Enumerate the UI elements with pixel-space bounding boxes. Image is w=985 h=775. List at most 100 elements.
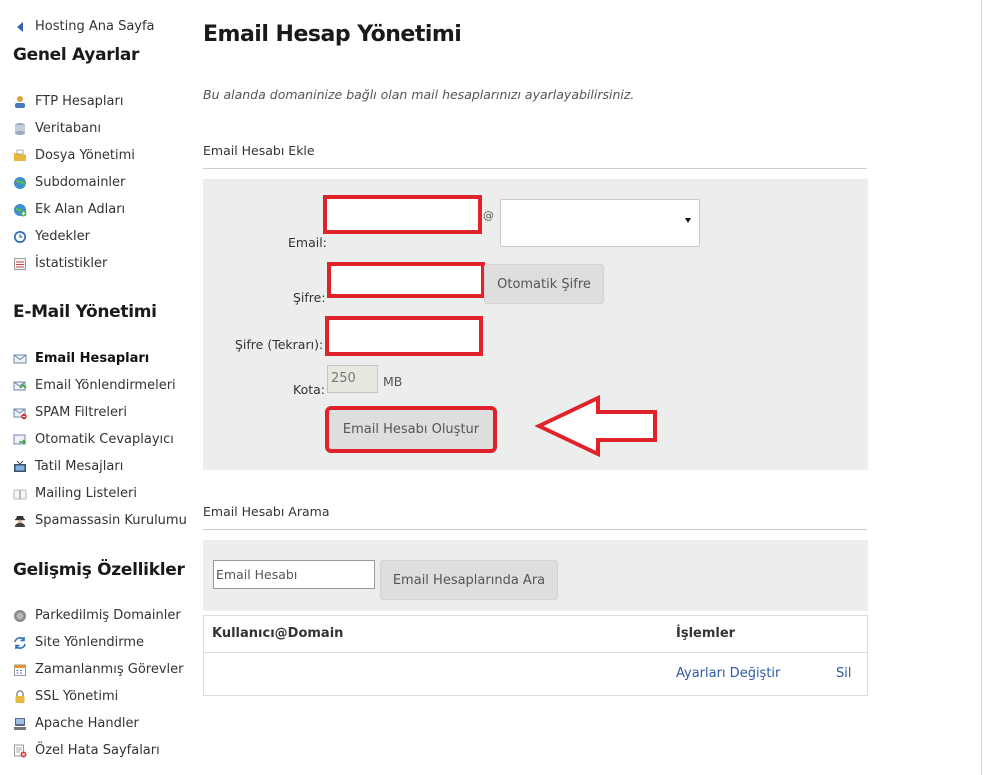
sidebar-item-label: Apache Handler xyxy=(35,716,139,731)
sidebar-item-label: Email Yönlendirmeleri xyxy=(35,378,176,393)
sidebar-item-spamassassin[interactable]: Spamassasin Kurulumu xyxy=(13,507,187,534)
sidebar-item-label: Email Hesapları xyxy=(35,351,150,366)
sidebar-item-label: SPAM Filtreleri xyxy=(35,405,127,420)
auto-reply-icon xyxy=(13,433,27,447)
sidebar-item-ssl[interactable]: SSL Yönetimi xyxy=(13,683,183,710)
sidebar-item-email-accounts[interactable]: Email Hesapları xyxy=(13,345,187,372)
password-repeat-input[interactable] xyxy=(325,316,483,356)
sidebar-item-label: İstatistikler xyxy=(35,256,108,271)
quota-unit: MB xyxy=(383,374,403,389)
sidebar-item-database[interactable]: Veritabanı xyxy=(13,115,135,142)
folder-icon xyxy=(13,149,27,163)
accounts-table: Kullanıcı@Domain İşlemler Ayarları Değiş… xyxy=(203,615,868,696)
parked-icon xyxy=(13,609,27,623)
chevron-down-icon xyxy=(685,218,691,223)
sidebar-item-file-manager[interactable]: Dosya Yönetimi xyxy=(13,142,135,169)
sidebar-item-label: Özel Hata Sayfaları xyxy=(35,743,160,758)
sidebar-item-ftp[interactable]: FTP Hesapları xyxy=(13,88,135,115)
divider xyxy=(203,529,867,530)
sidebar-item-label: Mailing Listeleri xyxy=(35,486,137,501)
auto-password-button[interactable]: Otomatik Şifre xyxy=(484,264,604,304)
sidebar-item-backups[interactable]: Yedekler xyxy=(13,223,135,250)
column-header-user-domain: Kullanıcı@Domain xyxy=(212,626,344,641)
sidebar-item-email-forwarders[interactable]: Email Yönlendirmeleri xyxy=(13,372,187,399)
nav-list-general: FTP Hesapları Veritabanı Dosya Yönetimi … xyxy=(13,88,135,277)
mail-forward-icon xyxy=(13,379,27,393)
create-email-account-button[interactable]: Email Hesabı Oluştur xyxy=(325,406,497,453)
sidebar-item-spam-filters[interactable]: SPAM Filtreleri xyxy=(13,399,187,426)
divider xyxy=(203,168,867,169)
edit-settings-link[interactable]: Ayarları Değiştir xyxy=(676,666,780,681)
email-search-input[interactable]: Email Hesabı xyxy=(213,560,375,589)
sidebar-item-label: Site Yönlendirme xyxy=(35,635,144,650)
red-arrow-annotation xyxy=(534,395,657,457)
section-title-advanced: Gelişmiş Özellikler xyxy=(13,560,185,580)
sidebar-item-label: Zamanlanmış Görevler xyxy=(35,662,184,677)
server-icon xyxy=(13,717,27,731)
section-title-general: Genel Ayarlar xyxy=(13,45,140,65)
calendar-icon xyxy=(13,663,27,677)
search-accounts-button[interactable]: Email Hesaplarında Ara xyxy=(380,560,558,600)
section-title-email: E-Mail Yönetimi xyxy=(13,302,157,322)
book-icon xyxy=(13,487,27,501)
sidebar-item-label: Tatil Mesajları xyxy=(35,459,124,474)
password-repeat-label: Şifre (Tekrarı): xyxy=(235,337,324,352)
sidebar-item-addon-domains[interactable]: Ek Alan Adları xyxy=(13,196,135,223)
sidebar-item-statistics[interactable]: İstatistikler xyxy=(13,250,135,277)
page-border xyxy=(981,0,982,775)
sidebar-item-label: Otomatik Cevaplayıcı xyxy=(35,432,174,447)
sidebar-item-cron-jobs[interactable]: Zamanlanmış Görevler xyxy=(13,656,183,683)
stats-icon xyxy=(13,257,27,271)
at-sign: @ xyxy=(483,209,494,222)
error-page-icon xyxy=(13,744,27,758)
sidebar-item-error-pages[interactable]: Özel Hata Sayfaları xyxy=(13,737,183,764)
database-icon xyxy=(13,122,27,136)
sidebar-item-mailing-lists[interactable]: Mailing Listeleri xyxy=(13,480,187,507)
page-title: Email Hesap Yönetimi xyxy=(203,22,462,47)
clock-icon xyxy=(13,230,27,244)
domain-select[interactable] xyxy=(500,199,700,247)
email-username-input[interactable] xyxy=(323,195,482,234)
sidebar-item-label: FTP Hesapları xyxy=(35,94,124,109)
page-description: Bu alanda domaninize bağlı olan mail hes… xyxy=(203,87,635,102)
sidebar-item-subdomains[interactable]: Subdomainler xyxy=(13,169,135,196)
lock-icon xyxy=(13,689,27,704)
sidebar-item-label: Dosya Yönetimi xyxy=(35,148,135,163)
tv-icon xyxy=(13,460,27,474)
ftp-user-icon xyxy=(13,95,27,109)
back-link-label: Hosting Ana Sayfa xyxy=(35,19,155,34)
sidebar-item-label: Subdomainler xyxy=(35,175,126,190)
sidebar-item-parked-domains[interactable]: Parkedilmiş Domainler xyxy=(13,602,183,629)
sidebar: Hosting Ana Sayfa Genel Ayarlar FTP Hesa… xyxy=(0,0,195,775)
quota-input[interactable]: 250 xyxy=(327,365,378,393)
nav-list-email: Email Hesapları Email Yönlendirmeleri SP… xyxy=(13,345,187,534)
search-section-label: Email Hesabı Arama xyxy=(203,504,330,519)
quota-label: Kota: xyxy=(293,382,325,397)
back-arrow-icon xyxy=(17,21,23,32)
mail-icon xyxy=(13,352,27,366)
sidebar-item-vacation-messages[interactable]: Tatil Mesajları xyxy=(13,453,187,480)
sidebar-item-apache-handler[interactable]: Apache Handler xyxy=(13,710,183,737)
globe-plus-icon xyxy=(13,203,27,217)
sidebar-item-label: Yedekler xyxy=(35,229,90,244)
delete-link[interactable]: Sil xyxy=(836,666,851,681)
sidebar-item-label: Parkedilmiş Domainler xyxy=(35,608,181,623)
spy-icon xyxy=(13,514,27,528)
spam-filter-icon xyxy=(13,406,27,420)
globe-icon xyxy=(13,176,27,190)
password-label: Şifre: xyxy=(293,290,326,305)
back-link-hosting-home[interactable]: Hosting Ana Sayfa xyxy=(14,19,155,34)
column-header-actions: İşlemler xyxy=(676,626,736,641)
sidebar-item-autoresponder[interactable]: Otomatik Cevaplayıcı xyxy=(13,426,187,453)
sidebar-item-label: Spamassasin Kurulumu xyxy=(35,513,187,528)
email-label: Email: xyxy=(288,235,327,250)
sidebar-item-label: Ek Alan Adları xyxy=(35,202,126,217)
table-header-divider xyxy=(204,652,867,653)
sidebar-item-label: Veritabanı xyxy=(35,121,101,136)
sidebar-item-label: SSL Yönetimi xyxy=(35,689,119,704)
nav-list-advanced: Parkedilmiş Domainler Site Yönlendirme Z… xyxy=(13,602,183,764)
password-input[interactable] xyxy=(327,262,485,298)
add-account-section-label: Email Hesabı Ekle xyxy=(203,143,315,158)
redirect-icon xyxy=(13,636,27,650)
sidebar-item-site-redirect[interactable]: Site Yönlendirme xyxy=(13,629,183,656)
